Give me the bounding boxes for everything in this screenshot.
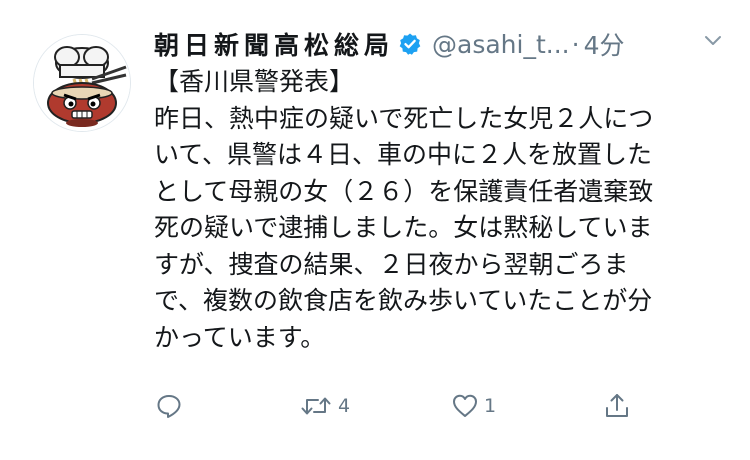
tweet-line: 昨日、熱中症の疑いで死亡した女児２人につ [154, 103, 654, 133]
share-icon [606, 394, 628, 417]
tweet-line: いて、県警は４日、車の中に２人を放置した [154, 140, 653, 169]
timestamp[interactable]: 4分 [584, 26, 625, 62]
tweet-line: として母親の女（２６）を保護責任者遺棄致 [154, 176, 654, 206]
tweet-text: 【香川県警発表】 昨日、熱中症の疑いで死亡した女児２人につ いて、県警は４日、車… [154, 64, 734, 356]
like-count: 1 [484, 395, 497, 417]
tweet: 朝日新聞高松総局 @asahi_t... · 4分 【香川県警発表】 昨日、熱中… [0, 0, 750, 460]
retweet-icon [301, 397, 331, 415]
tweet-line: 【香川県警発表】 [154, 67, 355, 96]
avatar[interactable] [33, 34, 131, 132]
heart-icon [453, 394, 477, 417]
retweet-button[interactable]: 4 [298, 388, 350, 424]
separator-dot: · [571, 29, 580, 59]
like-button[interactable]: 1 [450, 388, 496, 424]
tweet-line: すが、捜査の結果、２日夜から翌朝ごろま [154, 249, 629, 279]
tweet-header: 朝日新聞高松総局 @asahi_t... · 4分 [154, 24, 724, 64]
reply-icon [157, 395, 181, 418]
tweet-line: 死の疑いで逮捕しました。女は黙秘していま [154, 213, 653, 242]
verified-badge-icon [398, 32, 422, 56]
action-bar: 4 1 [154, 388, 654, 424]
tweet-line: かっています。 [154, 322, 326, 352]
display-name[interactable]: 朝日新聞高松総局 [154, 26, 394, 62]
tweet-line: で、複数の飲食店を飲み歩いていたことが分 [154, 286, 653, 315]
share-button[interactable] [602, 388, 632, 424]
chevron-down-icon[interactable] [702, 30, 724, 52]
reply-button[interactable] [154, 388, 188, 424]
handle[interactable]: @asahi_t... [432, 30, 570, 59]
retweet-count: 4 [338, 395, 351, 417]
